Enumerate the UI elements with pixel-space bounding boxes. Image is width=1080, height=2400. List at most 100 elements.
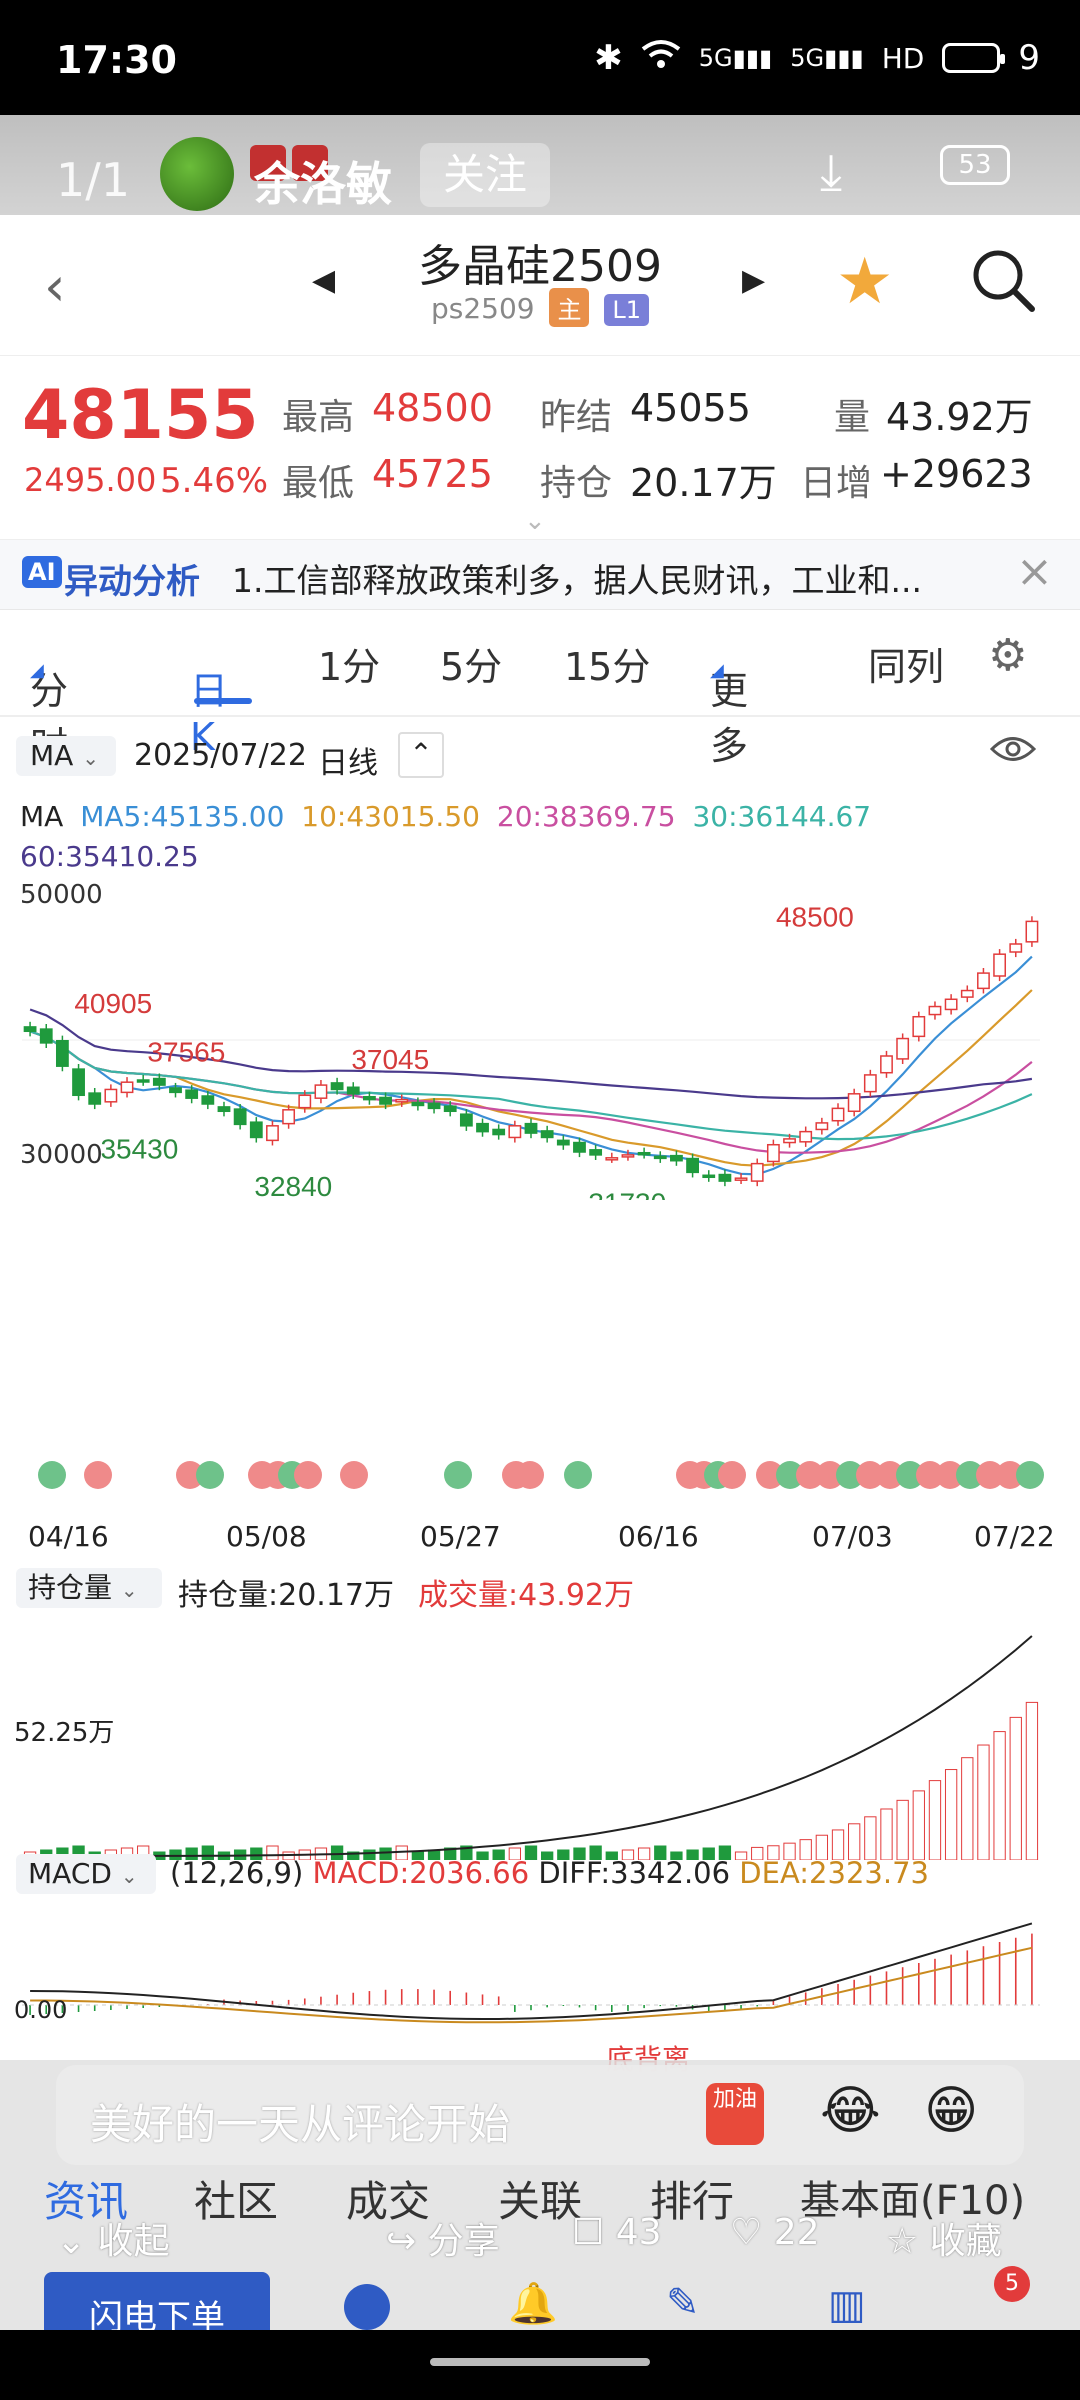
tab-related[interactable]: 关联 — [498, 2168, 582, 2229]
price-annotation: 37045 — [351, 1044, 429, 1075]
contract-code: ps2509 — [430, 292, 535, 325]
tab-5min[interactable]: 5分 — [440, 636, 502, 691]
chart-book-icon[interactable]: ▥ — [828, 2282, 866, 2328]
candlestick-chart[interactable]: 4850040905375653704535430328403173030045 — [0, 880, 1080, 1200]
tab-same-list[interactable]: 同列 — [868, 636, 944, 691]
share-button[interactable]: ↪ 分享 — [386, 2212, 500, 2264]
candle-body — [266, 1125, 279, 1142]
price-annotation: 35430 — [100, 1133, 178, 1164]
follow-button[interactable]: 关注 — [420, 143, 550, 207]
ma60-value: 60:35410.25 — [20, 840, 199, 873]
quote-panel: 48155 2495.00 5.46% 最高 48500 最低 45725 昨结… — [0, 355, 1080, 540]
x-tick: 07/22 — [974, 1520, 1055, 1553]
like-button[interactable]: ♡ 22 — [730, 2212, 820, 2253]
home-indicator[interactable] — [430, 2358, 650, 2366]
comments-button[interactable]: ☐ 43 — [572, 2212, 662, 2253]
macd-params: (12,26,9) — [170, 1856, 304, 1890]
high-value: 48500 — [372, 386, 493, 430]
bell-icon[interactable]: 🔔 — [508, 2280, 558, 2327]
candle-body — [459, 1113, 473, 1127]
laugh-cry-emoji-icon[interactable]: 😂 — [820, 2081, 881, 2141]
tab-15min[interactable]: 15分 — [564, 636, 650, 691]
candle-body — [72, 1068, 85, 1097]
expand-chevron-icon[interactable]: ⌄ — [524, 506, 546, 536]
prev-settle-label: 昨结 — [540, 397, 613, 438]
eye-icon[interactable] — [989, 734, 1037, 768]
candle-body — [169, 1087, 182, 1094]
candle-body — [960, 989, 974, 998]
candle-body — [23, 1026, 37, 1033]
volume-bar — [961, 1757, 974, 1860]
volume-bar — [1025, 1701, 1039, 1860]
collapse-button[interactable]: ⌄ 收起 — [56, 2212, 170, 2264]
volume-chart[interactable] — [0, 1620, 1080, 1860]
volume-bar — [977, 1744, 990, 1860]
grin-emoji-icon[interactable]: 😁 — [924, 2081, 978, 2141]
signal-5g-icon: 5G▮▮▮ — [698, 44, 773, 72]
volume-value: 43.92万 — [886, 395, 1033, 439]
volume-bar — [864, 1816, 877, 1860]
candle-body — [880, 1055, 893, 1074]
cheer-sticker-icon[interactable]: 加油 — [706, 2083, 764, 2145]
ai-analysis-bar[interactable]: AI 异动分析 1.工信部释放政策利多，据人民财讯，工业和... × — [0, 540, 1080, 610]
volume-bar — [896, 1799, 909, 1860]
candle-body — [330, 1082, 344, 1091]
candle-body — [427, 1102, 441, 1110]
signal-5g-icon-2: 5G▮▮▮ — [790, 44, 864, 72]
candle-body — [185, 1089, 199, 1099]
prev-settle-value: 45055 — [630, 386, 751, 430]
period-tabs: 分时◢ 日K 1分 5分 15分 更多◢ 同列 ⚙ — [0, 612, 1080, 768]
chart-period: 日线 — [318, 746, 378, 781]
notification-badge: 5 — [994, 2266, 1030, 2302]
ai-marker — [718, 1461, 746, 1489]
candle-body — [670, 1154, 683, 1162]
candle-body — [298, 1094, 312, 1109]
status-time: 17:30 — [56, 38, 177, 82]
status-bar: 17:30 ✱ 5G▮▮▮ 5G▮▮▮ HD 9 — [0, 0, 1080, 115]
candle-body — [605, 1157, 619, 1161]
system-nav-bar — [0, 2330, 1080, 2400]
candle-body — [783, 1138, 796, 1144]
diff-value: DIFF:3342.06 — [538, 1856, 731, 1890]
price-change: 2495.00 — [24, 461, 157, 499]
candle-body — [476, 1122, 489, 1133]
avatar[interactable] — [160, 137, 234, 211]
favorite-button[interactable]: ☆ 收藏 — [886, 2212, 1002, 2264]
download-icon[interactable]: ⤓ — [820, 143, 880, 203]
macd-y-tick: 0.00 — [14, 1996, 68, 2024]
candle-body — [120, 1081, 134, 1094]
candle-body — [346, 1086, 360, 1095]
oi-dropdown[interactable]: 持仓量 ⌄ — [16, 1568, 162, 1608]
quick-order-button[interactable]: 闪电下单 — [44, 2272, 270, 2330]
user-name[interactable]: 余洛敏 — [254, 148, 392, 214]
dea-value: DEA:2323.73 — [739, 1856, 929, 1890]
tab-community[interactable]: 社区 — [194, 2168, 278, 2229]
collapse-chevron-icon[interactable]: ⌃ — [398, 732, 444, 778]
macd-dropdown[interactable]: MACD ⌄ — [16, 1854, 156, 1894]
candle-body — [831, 1107, 845, 1122]
last-price: 48155 — [22, 376, 259, 455]
candle-body — [411, 1101, 425, 1107]
ai-marker — [294, 1461, 322, 1489]
volume-readout: 成交量:43.92万 — [418, 1578, 634, 1613]
ai-marker — [340, 1461, 368, 1489]
candle-body — [686, 1157, 699, 1174]
trade-icon[interactable] — [344, 2284, 390, 2330]
price-annotation: 37565 — [147, 1036, 225, 1067]
comment-input[interactable]: 美好的一天从评论开始 加油 😂 😁 — [56, 2065, 1024, 2165]
close-icon[interactable]: × — [1016, 546, 1053, 597]
ai-marker — [84, 1461, 112, 1489]
tab-ranking[interactable]: 排行 — [650, 2168, 734, 2229]
indicator-dropdown[interactable]: MA ⌄ — [16, 736, 116, 776]
ai-marker-row[interactable] — [0, 1455, 1080, 1495]
tab-1min[interactable]: 1分 — [318, 636, 380, 691]
pen-icon[interactable]: ✎ — [666, 2280, 700, 2326]
candle-body — [653, 1155, 667, 1160]
open-interest-value: 20.17万 — [630, 461, 777, 505]
settings-gear-icon[interactable]: ⚙ — [988, 630, 1027, 681]
macd-value: MACD:2036.66 — [312, 1856, 530, 1890]
price-change-pct: 5.46% — [160, 461, 269, 501]
candle-body — [718, 1173, 732, 1182]
x-tick: 05/08 — [226, 1520, 307, 1553]
open-interest-label: 持仓 — [540, 463, 613, 504]
